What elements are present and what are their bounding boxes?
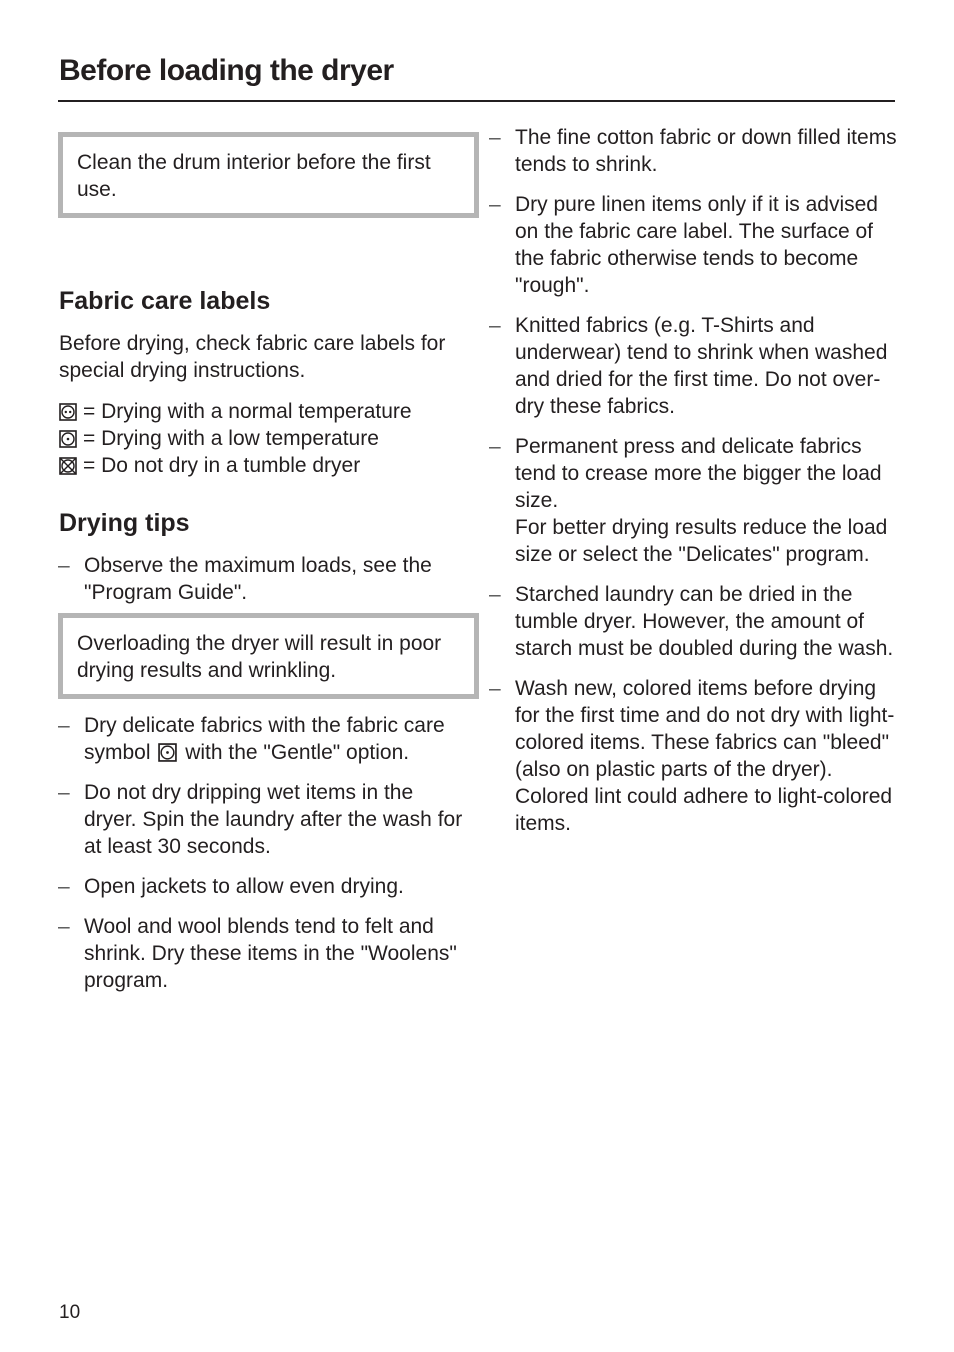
care-symbol-row: = Drying with a normal temperature: [59, 398, 412, 425]
tumble-dry-normal-icon: [59, 402, 77, 421]
drying-tips-list-right: – The fine cotton fabric or down filled …: [489, 124, 897, 850]
list-item: – Observe the maximum loads, see the "Pr…: [58, 552, 468, 606]
list-item-text: Dry pure linen items only if it is advis…: [515, 193, 878, 297]
drying-tips-list-left: – Dry delicate fabrics with the fabric c…: [58, 712, 468, 1007]
fabric-care-intro: Before drying, check fabric care labels …: [59, 332, 446, 382]
dash-bullet: –: [58, 875, 70, 898]
dash-bullet: –: [489, 677, 501, 700]
care-symbol-text: = Drying with a normal temperature: [83, 400, 412, 423]
list-item: – Knitted fabrics (e.g. T-Shirts and und…: [489, 312, 897, 420]
tumble-dry-low-icon: [59, 429, 77, 448]
list-item: – Starched laundry can be dried in the t…: [489, 581, 897, 662]
care-symbol-text: = Do not dry in a tumble dryer: [83, 454, 361, 477]
dash-bullet: –: [489, 126, 501, 149]
list-item-text: Permanent press and delicate fabrics ten…: [515, 435, 888, 566]
title-divider: [58, 100, 895, 102]
page-number: 10: [59, 1302, 81, 1323]
care-symbol-row: = Drying with a low temperature: [59, 425, 412, 452]
page-title: Before loading the dryer: [59, 54, 394, 87]
dash-bullet: –: [58, 714, 70, 737]
list-item: – Dry delicate fabrics with the fabric c…: [58, 712, 468, 766]
dash-bullet: –: [58, 781, 70, 804]
list-item-text: with the "Gentle" option.: [185, 741, 410, 764]
list-item-text: Open jackets to allow even drying.: [84, 875, 404, 898]
list-item: – Do not dry dripping wet items in the d…: [58, 779, 468, 860]
list-item: – Open jackets to allow even drying.: [58, 873, 468, 900]
do-not-tumble-dry-icon: [59, 456, 77, 475]
drying-tips-heading: Drying tips: [59, 509, 190, 537]
dash-bullet: –: [58, 554, 70, 577]
tumble-dry-low-icon: [158, 742, 178, 762]
list-item: – Wool and wool blends tend to felt and …: [58, 913, 468, 994]
care-symbol-text: = Drying with a low temperature: [83, 427, 379, 450]
list-item-text: Do not dry dripping wet items in the dry…: [84, 781, 463, 858]
list-item-text: Knitted fabrics (e.g. T-Shirts and under…: [515, 314, 888, 418]
dash-bullet: –: [58, 915, 70, 938]
list-item-text: Wash new, colored items before drying fo…: [515, 677, 895, 835]
dash-bullet: –: [489, 583, 501, 606]
list-item-text: Starched laundry can be dried in the tum…: [515, 583, 894, 660]
note-clean-drum-text: Clean the drum interior before the first…: [77, 151, 431, 201]
note-clean-drum: Clean the drum interior before the first…: [58, 132, 479, 218]
list-item-text: Wool and wool blends tend to felt and sh…: [84, 915, 457, 992]
note-overloading: Overloading the dryer will result in poo…: [58, 613, 479, 699]
drying-tips-list-top: – Observe the maximum loads, see the "Pr…: [58, 552, 468, 619]
dash-bullet: –: [489, 435, 501, 458]
list-item: – The fine cotton fabric or down filled …: [489, 124, 897, 178]
list-item-text: The fine cotton fabric or down filled it…: [515, 126, 897, 176]
care-symbol-legend: = Drying with a normal temperature = Dry…: [59, 398, 412, 479]
list-item-text: Observe the maximum loads, see the "Prog…: [84, 554, 432, 604]
dash-bullet: –: [489, 314, 501, 337]
fabric-care-heading: Fabric care labels: [59, 287, 271, 315]
list-item: – Permanent press and delicate fabrics t…: [489, 433, 897, 568]
dash-bullet: –: [489, 193, 501, 216]
care-symbol-row: = Do not dry in a tumble dryer: [59, 452, 412, 479]
list-item: – Dry pure linen items only if it is adv…: [489, 191, 897, 299]
list-item: – Wash new, colored items before drying …: [489, 675, 897, 837]
note-overloading-text: Overloading the dryer will result in poo…: [77, 632, 442, 682]
